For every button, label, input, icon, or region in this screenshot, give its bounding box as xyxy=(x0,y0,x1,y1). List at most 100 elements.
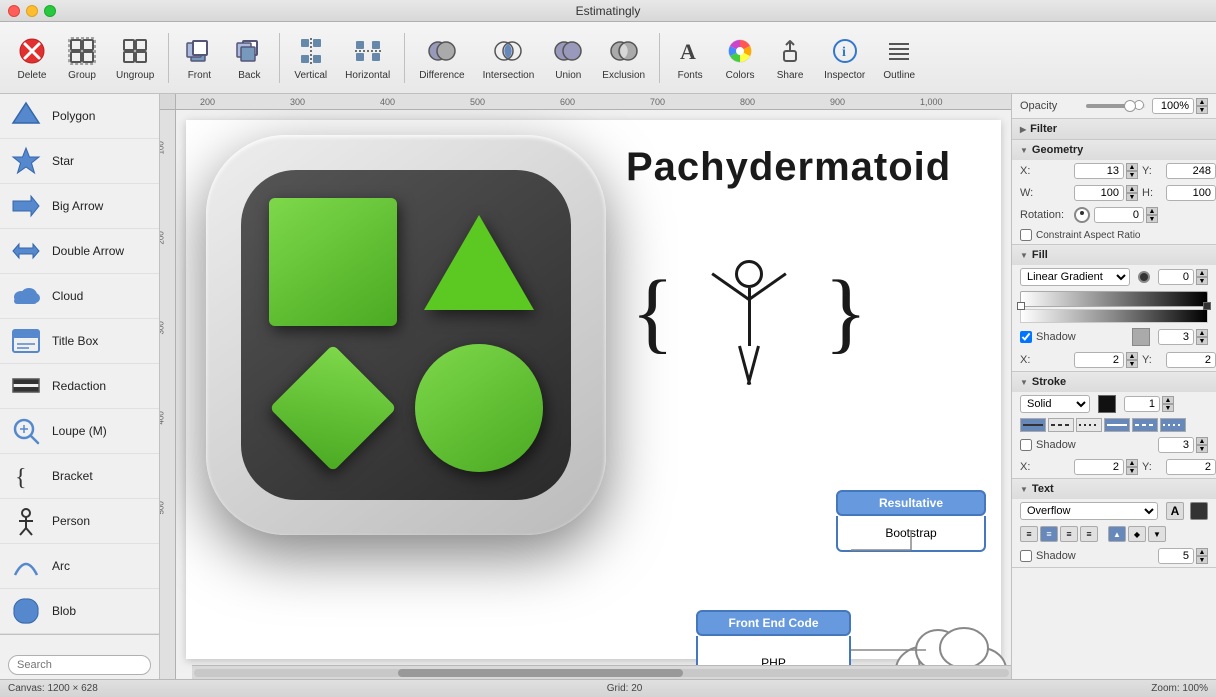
fill-shadow-x-input[interactable] xyxy=(1074,352,1124,368)
rotation-dial[interactable] xyxy=(1074,207,1090,223)
fill-shadow-checkbox[interactable] xyxy=(1020,331,1032,343)
text-header[interactable]: ▼ Text xyxy=(1012,479,1216,499)
text-shadow-value-input[interactable] xyxy=(1158,548,1194,564)
scroll-thumb-h[interactable] xyxy=(398,669,683,677)
stroke-shadow-x-down[interactable]: ▼ xyxy=(1126,467,1138,475)
stroke-shadow-x-up[interactable]: ▲ xyxy=(1126,459,1138,467)
intersection-button[interactable]: Intersection xyxy=(475,31,543,85)
align-left-btn[interactable]: ≡ xyxy=(1020,526,1038,542)
sidebar-item-cloud[interactable]: Cloud xyxy=(0,274,159,319)
share-button[interactable]: Share xyxy=(766,31,814,85)
rotation-input[interactable] xyxy=(1094,207,1144,223)
stroke-shadow-y-input[interactable] xyxy=(1166,459,1216,475)
w-down[interactable]: ▼ xyxy=(1126,193,1138,201)
front-button[interactable]: Front xyxy=(175,31,223,85)
back-button[interactable]: Back xyxy=(225,31,273,85)
sidebar-item-arc[interactable]: Arc xyxy=(0,544,159,589)
stroke-pattern-5[interactable] xyxy=(1132,418,1158,432)
w-input[interactable] xyxy=(1074,185,1124,201)
fill-angle-down[interactable]: ▼ xyxy=(1196,277,1208,285)
text-overflow-select[interactable]: Overflow Truncate Wrap xyxy=(1020,502,1158,520)
union-button[interactable]: Union xyxy=(544,31,592,85)
fill-type-select[interactable]: Linear Gradient Radial Gradient Solid Co… xyxy=(1020,268,1130,286)
stroke-pattern-6[interactable] xyxy=(1160,418,1186,432)
text-shadow-up[interactable]: ▲ xyxy=(1196,548,1208,556)
vertical-button[interactable]: Vertical xyxy=(286,31,335,85)
gradient-stop-right[interactable] xyxy=(1203,302,1211,310)
stroke-width-up[interactable]: ▲ xyxy=(1162,396,1174,404)
text-color-swatch[interactable] xyxy=(1190,502,1208,520)
close-button[interactable] xyxy=(8,5,20,17)
sidebar-item-polygon[interactable]: Polygon xyxy=(0,94,159,139)
delete-button[interactable]: Delete xyxy=(8,31,56,85)
inspector-button[interactable]: i Inspector xyxy=(816,31,873,85)
difference-button[interactable]: Difference xyxy=(411,31,472,85)
ungroup-button[interactable]: Ungroup xyxy=(108,31,162,85)
align-right-btn[interactable]: ≡ xyxy=(1060,526,1078,542)
stroke-color-swatch[interactable] xyxy=(1098,395,1116,413)
sidebar-item-person[interactable]: Person xyxy=(0,499,159,544)
stroke-shadow-up[interactable]: ▲ xyxy=(1196,437,1208,445)
text-shadow-down[interactable]: ▼ xyxy=(1196,556,1208,564)
stroke-header[interactable]: ▼ Stroke xyxy=(1012,372,1216,392)
opacity-up[interactable]: ▲ xyxy=(1196,98,1208,106)
search-input[interactable] xyxy=(8,655,151,675)
sidebar-item-bracket[interactable]: { Bracket xyxy=(0,454,159,499)
sidebar-item-big-arrow[interactable]: Big Arrow xyxy=(0,184,159,229)
text-shadow-checkbox[interactable] xyxy=(1020,550,1032,562)
align-justify-btn[interactable]: ≡ xyxy=(1080,526,1098,542)
fill-shadow-x-up[interactable]: ▲ xyxy=(1126,352,1138,360)
opacity-input[interactable] xyxy=(1152,98,1194,114)
fill-shadow-value-input[interactable] xyxy=(1158,329,1194,345)
colors-button[interactable]: Colors xyxy=(716,31,764,85)
stroke-width-down[interactable]: ▼ xyxy=(1162,404,1174,412)
x-down[interactable]: ▼ xyxy=(1126,171,1138,179)
gradient-stop-left[interactable] xyxy=(1017,302,1025,310)
fonts-button[interactable]: A Fonts xyxy=(666,31,714,85)
w-up[interactable]: ▲ xyxy=(1126,185,1138,193)
fill-header[interactable]: ▼ Fill xyxy=(1012,245,1216,265)
maximize-button[interactable] xyxy=(44,5,56,17)
group-button[interactable]: Group xyxy=(58,31,106,85)
minimize-button[interactable] xyxy=(26,5,38,17)
y-input[interactable] xyxy=(1166,163,1216,179)
valign-mid-btn[interactable]: ◆ xyxy=(1128,526,1146,542)
gradient-bar[interactable] xyxy=(1020,291,1208,307)
fill-shadow-y-input[interactable] xyxy=(1166,352,1216,368)
opacity-slider[interactable] xyxy=(1086,104,1146,108)
fill-shadow-color[interactable] xyxy=(1132,328,1150,346)
stroke-pattern-1[interactable] xyxy=(1020,418,1046,432)
constraint-checkbox[interactable] xyxy=(1020,229,1032,241)
stroke-shadow-x-input[interactable] xyxy=(1074,459,1124,475)
canvas-surface[interactable]: Pachydermatoid { xyxy=(186,120,1001,659)
stroke-width-input[interactable] xyxy=(1124,396,1160,412)
x-up[interactable]: ▲ xyxy=(1126,163,1138,171)
h-input[interactable] xyxy=(1166,185,1216,201)
stroke-shadow-down[interactable]: ▼ xyxy=(1196,445,1208,453)
exclusion-button[interactable]: Exclusion xyxy=(594,31,653,85)
sidebar-item-redaction[interactable]: Redaction xyxy=(0,364,159,409)
fill-shadow-down[interactable]: ▼ xyxy=(1196,337,1208,345)
fill-shadow-up[interactable]: ▲ xyxy=(1196,329,1208,337)
x-input[interactable] xyxy=(1074,163,1124,179)
valign-top-btn[interactable]: ▲ xyxy=(1108,526,1126,542)
sidebar-item-star[interactable]: Star xyxy=(0,139,159,184)
fill-angle-up[interactable]: ▲ xyxy=(1196,269,1208,277)
outline-button[interactable]: Outline xyxy=(875,31,923,85)
stroke-shadow-checkbox[interactable] xyxy=(1020,439,1032,451)
stroke-pattern-2[interactable] xyxy=(1048,418,1074,432)
stroke-pattern-4[interactable] xyxy=(1104,418,1130,432)
geometry-header[interactable]: ▼ Geometry xyxy=(1012,140,1216,160)
filter-header[interactable]: ▶ Filter xyxy=(1012,119,1216,139)
fill-angle-input[interactable] xyxy=(1158,269,1194,285)
rotation-up[interactable]: ▲ xyxy=(1146,207,1158,215)
fill-shadow-x-down[interactable]: ▼ xyxy=(1126,360,1138,368)
canvas-content[interactable]: Pachydermatoid { xyxy=(176,110,1011,679)
sidebar-item-double-arrow[interactable]: Double Arrow xyxy=(0,229,159,274)
text-font-btn[interactable]: A xyxy=(1166,502,1184,520)
align-center-btn[interactable]: ≡ xyxy=(1040,526,1058,542)
stroke-pattern-3[interactable] xyxy=(1076,418,1102,432)
opacity-down[interactable]: ▼ xyxy=(1196,106,1208,114)
stroke-type-select[interactable]: Solid Dashed Dotted xyxy=(1020,395,1090,413)
sidebar-item-title-box[interactable]: Title Box xyxy=(0,319,159,364)
